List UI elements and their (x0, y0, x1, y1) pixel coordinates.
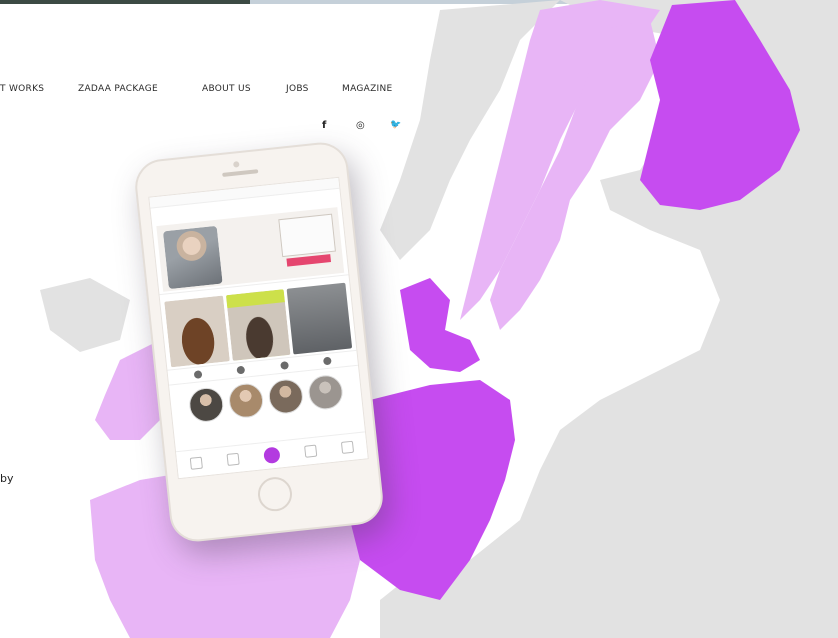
nav-item-magazine[interactable]: MAGAZINE (342, 84, 393, 94)
phone-home-button (256, 475, 294, 513)
phone-mockup (132, 139, 386, 545)
europe-map (40, 0, 838, 638)
avatar[interactable] (267, 377, 305, 416)
nav-item-jobs[interactable]: JOBS (286, 84, 309, 94)
map-land-ireland (40, 278, 130, 352)
phone-screen (148, 176, 369, 480)
subbar-dot-icon (236, 365, 246, 375)
product-tile-boots[interactable] (225, 289, 291, 361)
subbar-dot-icon (279, 361, 289, 370)
heart-icon[interactable] (226, 452, 240, 466)
banner-person-image (162, 225, 223, 290)
product-tile-knit[interactable] (286, 282, 353, 355)
avatar[interactable] (187, 386, 225, 424)
nav-item-about-us[interactable]: ABOUT US (202, 84, 251, 94)
bag-icon[interactable] (304, 444, 318, 458)
instagram-icon[interactable]: ◎ (356, 120, 365, 131)
phone-camera (233, 161, 240, 168)
nav-item-zadaa-package[interactable]: ZADAA PACKAGE (78, 84, 158, 94)
subbar-dot-icon (193, 370, 203, 379)
banner-info-box (278, 213, 336, 258)
zadaa-tab-icon[interactable] (263, 446, 281, 465)
product-tile-bag[interactable] (164, 295, 230, 368)
facebook-icon[interactable]: f (322, 120, 326, 131)
profile-icon[interactable] (341, 440, 355, 454)
app-tab-bar (175, 431, 368, 479)
avatar[interactable] (306, 373, 345, 411)
twitter-icon[interactable]: 🐦 (390, 120, 401, 130)
nav-item-how-it-works[interactable]: T WORKS (0, 84, 44, 94)
subbar-dot-icon (323, 356, 333, 366)
avatar[interactable] (227, 381, 265, 420)
filter-icon[interactable] (189, 456, 203, 470)
side-text-fragment: by (0, 472, 14, 485)
phone-speaker (222, 169, 259, 177)
